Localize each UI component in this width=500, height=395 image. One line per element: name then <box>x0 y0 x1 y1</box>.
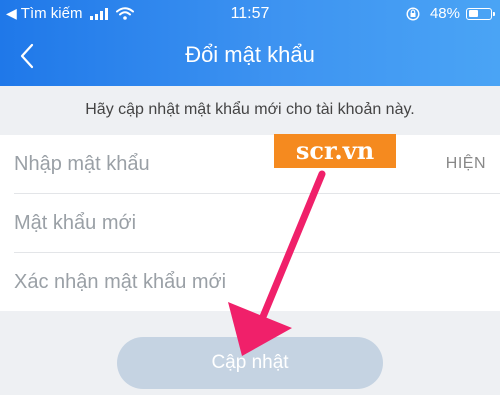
password-form: HIỆN <box>0 135 500 312</box>
new-password-input[interactable] <box>14 194 414 253</box>
status-bar: ◀ Tìm kiếm 11:57 48% <box>0 0 500 28</box>
update-button[interactable]: Cập nhật <box>117 337 383 389</box>
confirm-password-input[interactable] <box>14 253 414 312</box>
nav-bar: Đổi mật khẩu <box>0 36 500 76</box>
hint-text: Hãy cập nhật mật khẩu mới cho tài khoản … <box>85 101 415 118</box>
rotation-lock-icon <box>406 6 420 21</box>
new-password-row <box>0 194 500 253</box>
status-right: 48% <box>406 5 495 22</box>
confirm-password-row <box>0 253 500 312</box>
current-password-row: HIỆN <box>0 135 500 194</box>
battery-icon <box>466 7 495 20</box>
header-bar: ◀ Tìm kiếm 11:57 48% Đổi mật khẩu <box>0 0 500 86</box>
page-title: Đổi mật khẩu <box>185 42 315 67</box>
show-password-button[interactable]: HIỆN <box>446 155 486 173</box>
watermark-label: scr.vn <box>274 134 396 168</box>
battery-percent: 48% <box>429 5 460 22</box>
